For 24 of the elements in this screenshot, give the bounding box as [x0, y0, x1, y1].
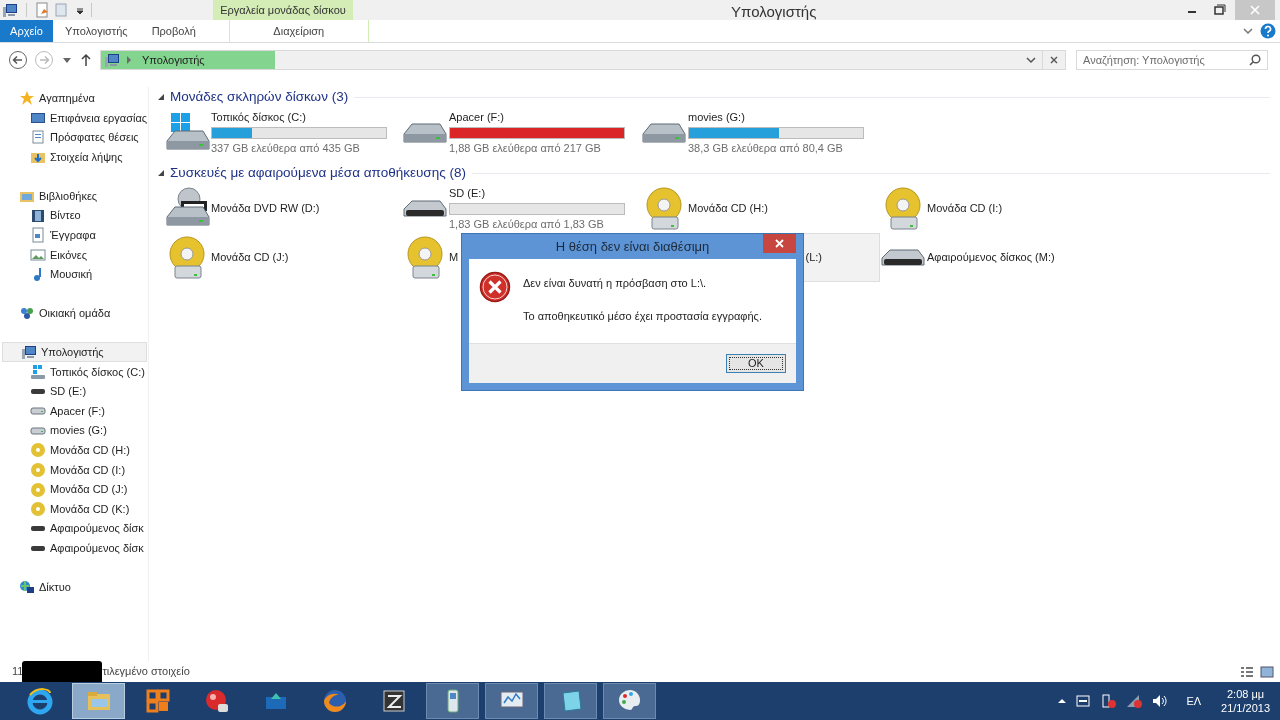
- drive-label: SD (E:): [449, 185, 487, 201]
- drive-label: Τοπικός δίσκος (C:): [211, 109, 307, 125]
- free-space: 1,83 GB ελεύθερα από 1,83 GB: [449, 217, 605, 232]
- free-space: 38,3 GB ελεύθερα από 80,4 GB: [688, 141, 844, 156]
- window-title: Υπολογιστής: [731, 2, 817, 22]
- free-space: 1,88 GB ελεύθερα από 217 GB: [449, 141, 602, 156]
- drive-label: Μονάδα CD (J:): [211, 250, 289, 266]
- dialog-message: Δεν είναι δυνατή η πρόσβαση στο L:\.: [523, 276, 708, 291]
- drive-label: Μονάδα CD (H:): [688, 201, 768, 217]
- dialog-title: Η θέση δεν είναι διαθέσιμη: [554, 237, 711, 256]
- clock-date: 21/1/2013: [1221, 701, 1270, 715]
- item-count: 11: [12, 664, 24, 680]
- drive-label: Μονάδα DVD RW (D:): [211, 201, 320, 217]
- drive-label: Μονάδα CD (I:): [927, 201, 1003, 217]
- status-text: τιλεγμένο στοιχείο: [102, 664, 190, 680]
- contextual-tab-group: Εργαλεία μονάδας δίσκου: [213, 0, 353, 20]
- drive-label: Apacer (F:): [449, 109, 505, 125]
- free-space: 337 GB ελεύθερα από 435 GB: [211, 141, 361, 156]
- drive-label: Αφαιρούμενος δίσκος (M:): [927, 250, 1055, 266]
- drive-label: (L:): [804, 250, 822, 266]
- dialog-detail: Το αποθηκευτικό μέσο έχει προστασία εγγραφής.: [523, 308, 762, 324]
- drive-label: movies (G:): [688, 109, 746, 125]
- clock-time: 2:08 μμ: [1226, 687, 1265, 701]
- drive-label: M: [449, 250, 459, 266]
